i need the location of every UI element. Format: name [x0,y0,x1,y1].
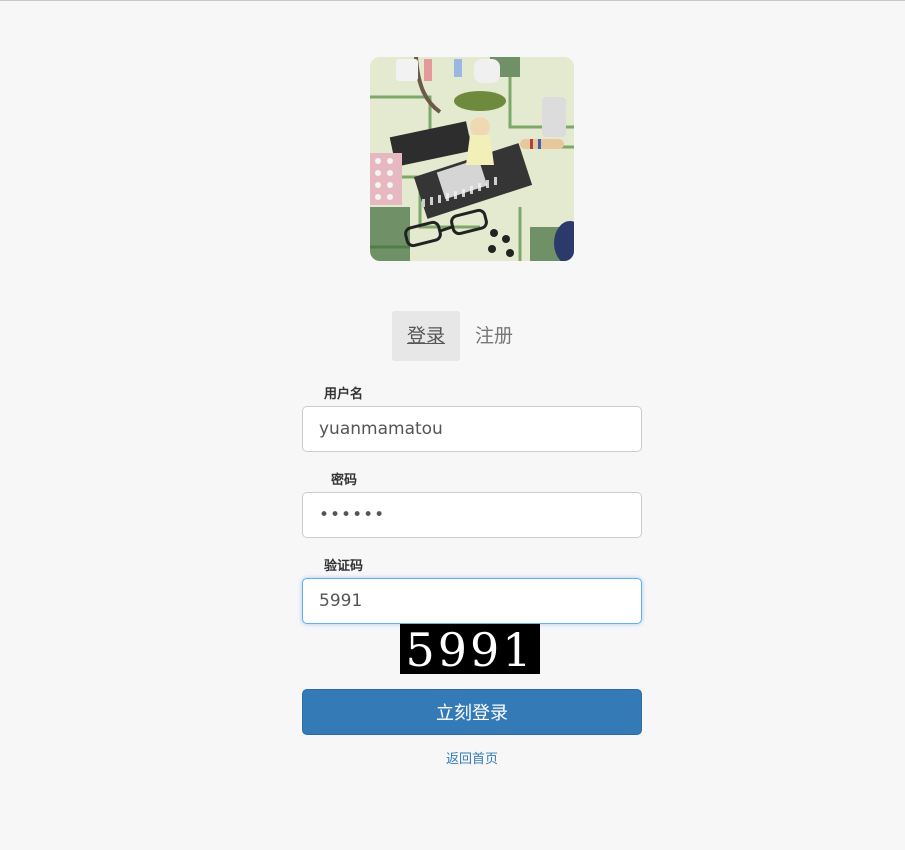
tab-login[interactable]: 登录 [392,311,461,361]
tab-register[interactable]: 注册 [460,311,528,361]
password-input[interactable] [302,492,642,538]
captcha-image[interactable]: 5991 [400,624,540,674]
site-artwork-image [370,57,574,261]
auth-tabs: 登录 注册 [392,311,528,361]
password-label: 密码 [331,473,358,488]
back-to-home-link[interactable]: 返回首页 [302,751,642,769]
username-label: 用户名 [324,387,364,402]
captcha-input[interactable] [302,578,642,624]
login-submit-button[interactable]: 立刻登录 [302,689,642,735]
captcha-label: 验证码 [324,559,364,574]
username-input[interactable] [302,406,642,452]
